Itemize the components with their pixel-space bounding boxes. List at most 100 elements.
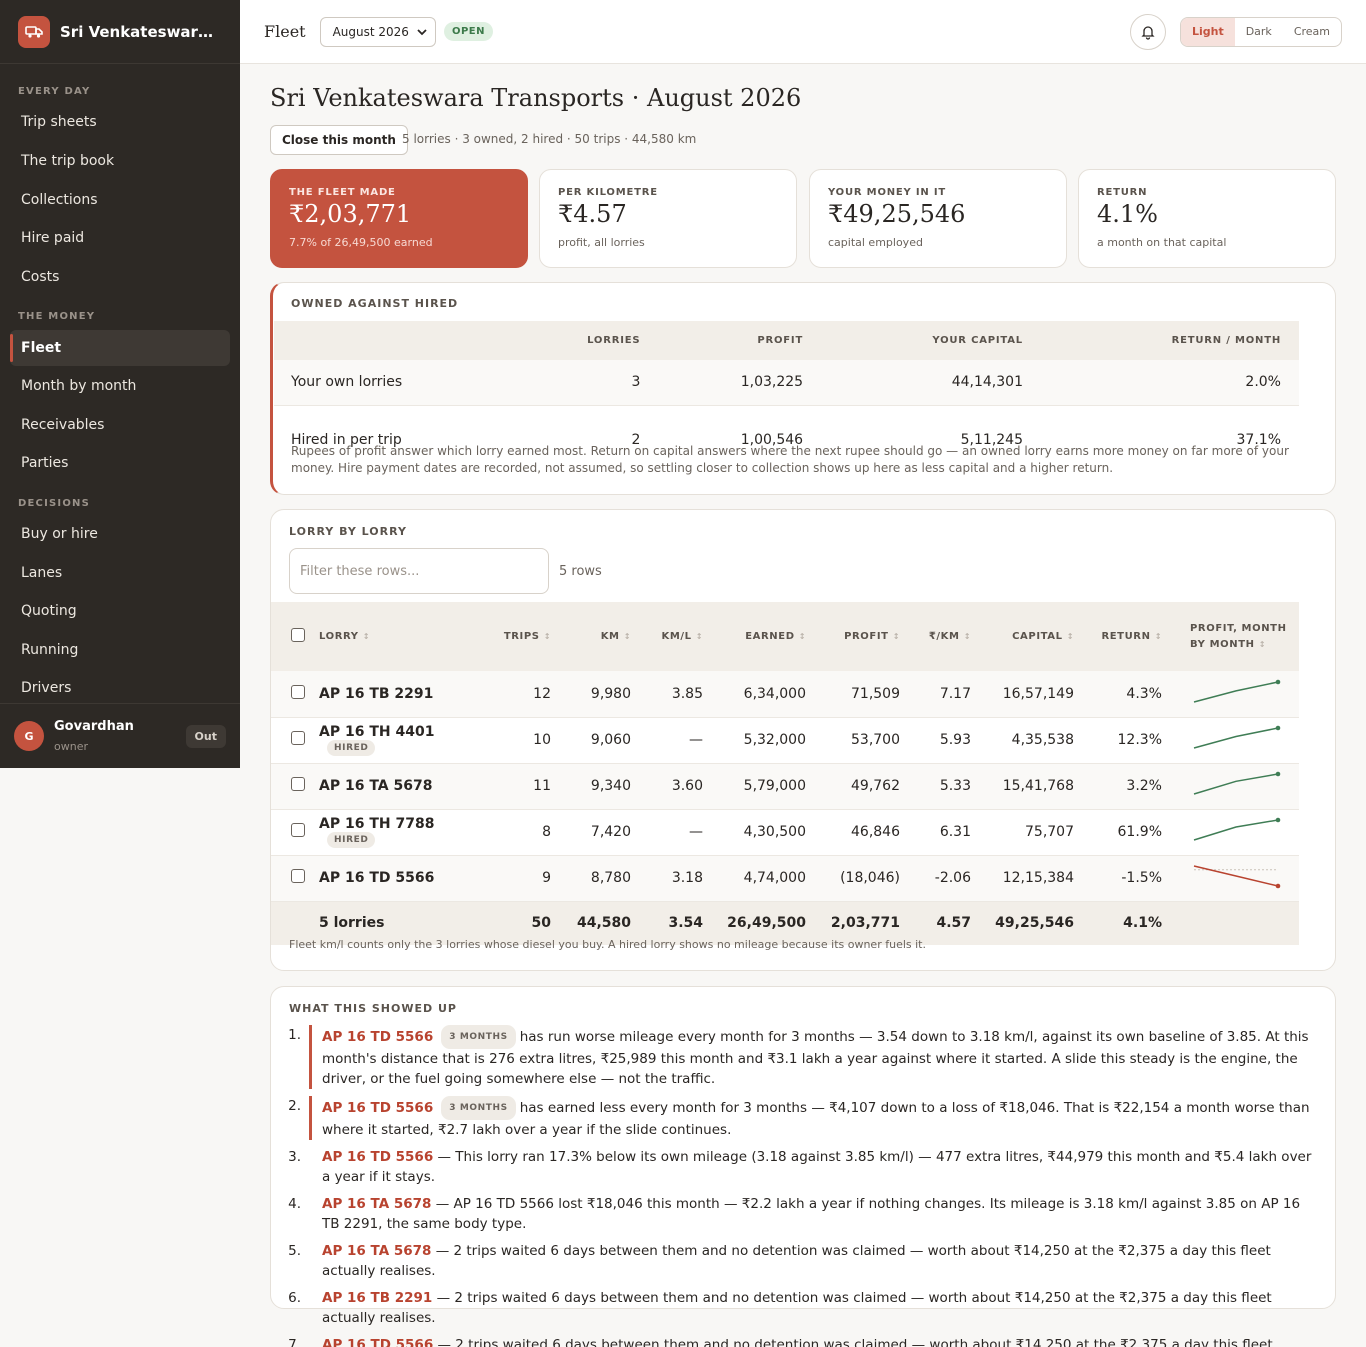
table-row[interactable]: AP 16 TH 4401HIRED 10 9,060—5,32,000 53,700… xyxy=(271,717,1299,764)
rows-count: 5 rows xyxy=(559,564,602,579)
finding-lorry-link[interactable]: AP 16 TD 5566 xyxy=(322,1029,433,1045)
user-panel: G Govardhan owner Out xyxy=(0,703,240,768)
cell-km: 9,340 xyxy=(551,763,631,810)
row-checkbox[interactable] xyxy=(291,869,305,883)
month-select[interactable]: August 2026 xyxy=(319,16,436,47)
sparkline-line xyxy=(1193,681,1279,703)
cell-lorry[interactable]: AP 16 TB 2291 xyxy=(319,671,489,718)
user-role: owner xyxy=(54,740,88,753)
cell-per-km: 6.31 xyxy=(900,809,971,856)
sidebar-item-fleet[interactable]: Fleet xyxy=(10,330,230,366)
fleet-summary: 5 lorries · 3 owned, 2 hired · 50 trips … xyxy=(402,132,697,146)
column-header-kml[interactable]: KM/L ↕ xyxy=(631,602,703,671)
sidebar-item-hire-paid[interactable]: Hire paid xyxy=(10,220,230,256)
table-row[interactable]: AP 16 TB 2291 12 9,980 3.85 6,34,000 71,509 7.… xyxy=(271,671,1299,718)
cell-trend xyxy=(1162,855,1299,902)
table-row[interactable]: AP 16 TH 7788HIRED 8 7,420—4,30,500 46,846 6… xyxy=(271,809,1299,856)
cell-lorry[interactable]: AP 16 TH 7788HIRED xyxy=(319,809,489,856)
finding-number: 1. xyxy=(288,1027,301,1043)
avatar: G xyxy=(14,721,44,751)
cell-lorry[interactable]: AP 16 TH 4401HIRED xyxy=(319,717,489,764)
sparkline xyxy=(1193,679,1281,703)
kpi-capital: YOUR MONEY IN IT ₹49,25,546 capital empl… xyxy=(809,169,1067,268)
logout-button[interactable]: Out xyxy=(185,724,226,748)
column-header-per-km[interactable]: ₹/KM ↕ xyxy=(900,602,971,671)
sidebar-item-trip-sheets[interactable]: Trip sheets xyxy=(10,104,230,140)
theme-cream-button[interactable]: Cream xyxy=(1283,18,1341,46)
cell-kml: 3.60 xyxy=(631,763,703,810)
finding-lorry-link[interactable]: AP 16 TB 2291 xyxy=(322,1290,432,1306)
cell-profit: 49,762 xyxy=(806,763,900,810)
finding-text: — AP 16 TD 5566 lost ₹18,046 this month … xyxy=(322,1196,1301,1232)
brand[interactable]: Sri Venkateswara Tra... xyxy=(0,0,240,64)
finding-item: 4. AP 16 TA 5678 — AP 16 TD 5566 lost ₹18… xyxy=(279,1194,1319,1234)
sidebar-item-trip-book[interactable]: The trip book xyxy=(10,143,230,179)
sparkline-end-point xyxy=(1275,725,1281,731)
sidebar-item-month-by-month[interactable]: Month by month xyxy=(10,368,230,404)
cell-profit: 53,700 xyxy=(806,717,900,764)
total-cell-return: 4.1% xyxy=(1074,901,1162,945)
findings-list: 1. AP 16 TD 5566 3 MONTHS has run worse mil… xyxy=(279,1025,1319,1347)
total-cell-capital: 49,25,546 xyxy=(971,901,1074,945)
finding-number: 2. xyxy=(288,1098,301,1114)
cell-kml: — xyxy=(631,717,703,764)
column-header-capital[interactable]: CAPITAL ↕ xyxy=(971,602,1074,671)
theme-light-button[interactable]: Light xyxy=(1180,17,1235,46)
cell-capital: 75,707 xyxy=(971,809,1074,856)
cell-profit: 46,846 xyxy=(806,809,900,856)
finding-lorry-link[interactable]: AP 16 TA 5678 xyxy=(322,1196,431,1212)
cell-lorry[interactable]: AP 16 TD 5566 xyxy=(319,855,489,902)
cell-km: 8,780 xyxy=(551,855,631,902)
explanation-note: Rupees of profit answer which lorry earn… xyxy=(291,444,1289,475)
cell-return: 4.3% xyxy=(1074,671,1162,718)
cell-trips: 10 xyxy=(489,717,551,764)
column-header-profit[interactable]: PROFIT ↕ xyxy=(806,602,900,671)
months-badge: 3 MONTHS xyxy=(441,1025,516,1049)
sidebar-item-collections[interactable]: Collections xyxy=(10,182,230,218)
column-header: LORRIES xyxy=(514,321,659,360)
finding-text: — 2 trips waited 6 days between them and… xyxy=(322,1290,1272,1326)
column-header-return[interactable]: RETURN ↕ xyxy=(1074,602,1162,671)
row-checkbox[interactable] xyxy=(291,731,305,745)
sidebar-item-quoting[interactable]: Quoting xyxy=(10,593,230,629)
filter-input[interactable]: Filter these rows... xyxy=(289,548,549,594)
cell-capital: 15,41,768 xyxy=(971,763,1074,810)
column-header-km[interactable]: KM ↕ xyxy=(551,602,631,671)
cell-capital: 44,14,301 xyxy=(821,360,1041,406)
kpi-return: RETURN 4.1% a month on that capital xyxy=(1078,169,1336,268)
close-month-button[interactable]: Close this month xyxy=(270,125,408,155)
kpi-label: RETURN xyxy=(1097,187,1148,198)
bell-icon[interactable] xyxy=(1129,13,1166,50)
sidebar-item-parties[interactable]: Parties xyxy=(10,445,230,481)
row-checkbox[interactable] xyxy=(291,823,305,837)
table-row[interactable]: AP 16 TD 5566 9 8,780 3.18 4,74,000 (18,046) -… xyxy=(271,855,1299,902)
finding-lorry-link[interactable]: AP 16 TD 5566 xyxy=(322,1100,433,1116)
owned-vs-hired-card: OWNED AGAINST HIRED LORRIES PROFIT YOUR … xyxy=(270,282,1336,495)
sparkline-line xyxy=(1193,865,1279,887)
cell-lorry[interactable]: AP 16 TA 5678 xyxy=(319,763,489,810)
sidebar-item-running[interactable]: Running xyxy=(10,632,230,668)
sidebar-item-lanes[interactable]: Lanes xyxy=(10,555,230,591)
column-header-trend[interactable]: PROFIT, MONTH BY MONTH ↕ xyxy=(1162,602,1299,671)
theme-dark-button[interactable]: Dark xyxy=(1235,18,1283,46)
sidebar-item-buy-or-hire[interactable]: Buy or hire xyxy=(10,516,230,552)
finding-lorry-link[interactable]: AP 16 TD 5566 xyxy=(322,1337,433,1347)
row-checkbox[interactable] xyxy=(291,777,305,791)
kpi-label: PER KILOMETRE xyxy=(558,187,658,198)
column-header-earned[interactable]: EARNED ↕ xyxy=(703,602,806,671)
cell-kml: 3.18 xyxy=(631,855,703,902)
column-header-lorry[interactable]: LORRY ↕ xyxy=(319,602,489,671)
sidebar-item-costs[interactable]: Costs xyxy=(10,259,230,295)
column-header-trips[interactable]: TRIPS ↕ xyxy=(489,602,551,671)
finding-lorry-link[interactable]: AP 16 TD 5566 xyxy=(322,1149,433,1165)
cell-trips: 11 xyxy=(489,763,551,810)
select-all-checkbox[interactable] xyxy=(291,628,305,642)
sparkline xyxy=(1193,865,1281,889)
table-row[interactable]: AP 16 TA 5678 11 9,340 3.60 5,79,000 49,762 5.… xyxy=(271,763,1299,810)
sidebar-item-receivables[interactable]: Receivables xyxy=(10,407,230,443)
kpi-fleet-made: THE FLEET MADE ₹2,03,771 7.7% of 26,49,5… xyxy=(270,169,528,268)
finding-lorry-link[interactable]: AP 16 TA 5678 xyxy=(322,1243,431,1259)
row-label: Your own lorries xyxy=(274,360,514,406)
sidebar-item-drivers[interactable]: Drivers xyxy=(10,670,230,706)
row-checkbox[interactable] xyxy=(291,684,305,699)
